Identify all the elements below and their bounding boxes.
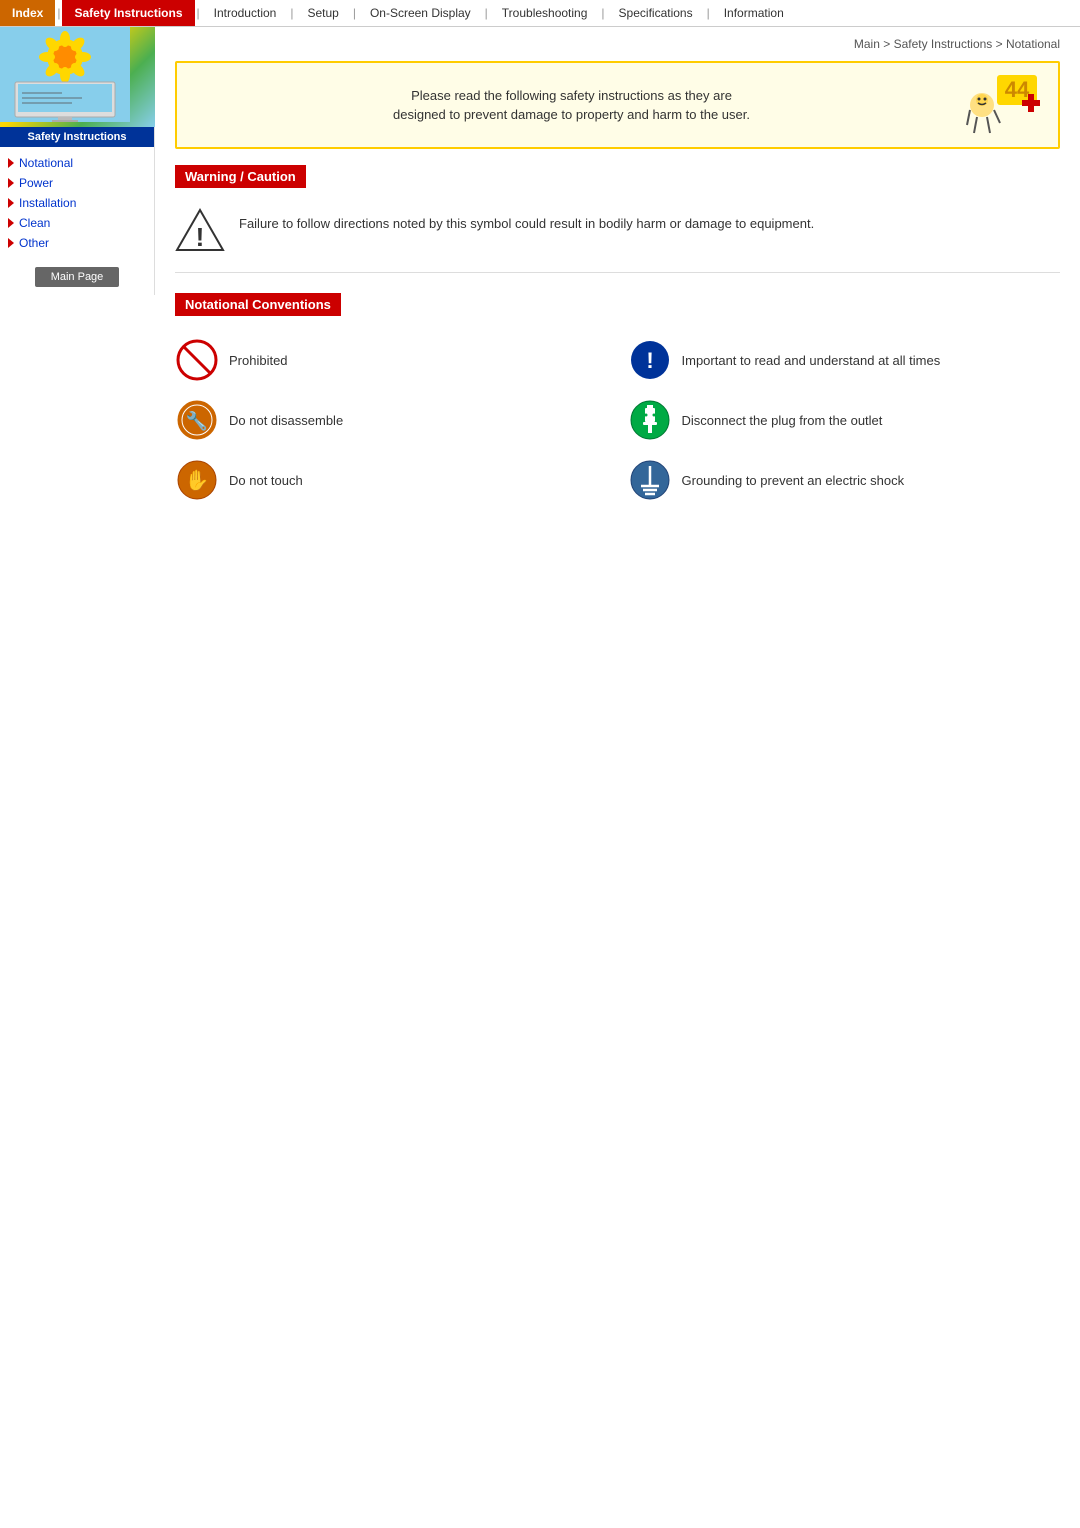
notational-item-grounding: Grounding to prevent an electric shock xyxy=(628,458,1061,502)
sidebar-label: Safety Instructions xyxy=(0,127,154,147)
sidebar-menu: Notational Power Installation Clean Othe… xyxy=(0,147,154,259)
notational-item-prohibited: Prohibited xyxy=(175,338,608,382)
monitor-svg xyxy=(0,27,130,122)
svg-text:!: ! xyxy=(196,222,205,252)
nav-specifications[interactable]: Specifications xyxy=(607,0,705,26)
nav-index[interactable]: Index xyxy=(0,0,55,26)
intro-text: Please read the following safety instruc… xyxy=(193,86,950,125)
breadcrumb: Main > Safety Instructions > Notational xyxy=(175,37,1060,51)
sidebar-item-clean[interactable]: Clean xyxy=(0,213,154,233)
arrow-icon xyxy=(8,218,14,228)
important-label: Important to read and understand at all … xyxy=(682,353,941,368)
arrow-icon xyxy=(8,158,14,168)
main-content: Main > Safety Instructions > Notational … xyxy=(155,27,1080,512)
notational-item-important: ! Important to read and understand at al… xyxy=(628,338,1061,382)
grounding-icon xyxy=(628,458,672,502)
nav-sep-3: | xyxy=(288,0,295,26)
main-page-button[interactable]: Main Page xyxy=(35,267,120,287)
arrow-icon xyxy=(8,238,14,248)
nav-introduction[interactable]: Introduction xyxy=(202,0,289,26)
nav-sep-7: | xyxy=(705,0,712,26)
notational-grid: Prohibited ! Important to read and under… xyxy=(175,338,1060,502)
top-navigation: Index | Safety Instructions | Introducti… xyxy=(0,0,1080,27)
no-touch-label: Do not touch xyxy=(229,473,303,488)
warning-content: ! Failure to follow directions noted by … xyxy=(175,198,1060,273)
sidebar-item-installation[interactable]: Installation xyxy=(0,193,154,213)
sidebar-item-other[interactable]: Other xyxy=(0,233,154,253)
sidebar-image xyxy=(0,27,155,127)
svg-text:✋: ✋ xyxy=(185,468,210,492)
main-layout: Safety Instructions Notational Power Ins… xyxy=(0,27,1080,512)
no-touch-icon: ✋ xyxy=(175,458,219,502)
notational-section: Notational Conventions Prohibited ! xyxy=(175,293,1060,502)
nav-sep-4: | xyxy=(351,0,358,26)
nav-sep-1: | xyxy=(55,0,62,26)
disconnect-label: Disconnect the plug from the outlet xyxy=(682,413,883,428)
nav-sep-5: | xyxy=(483,0,490,26)
notational-header: Notational Conventions xyxy=(175,293,341,316)
nav-osd[interactable]: On-Screen Display xyxy=(358,0,483,26)
nav-setup[interactable]: Setup xyxy=(295,0,350,26)
no-disassemble-icon: 🔧 xyxy=(175,398,219,442)
notational-item-disconnect: Disconnect the plug from the outlet xyxy=(628,398,1061,442)
sidebar: Safety Instructions Notational Power Ins… xyxy=(0,27,155,295)
notational-item-no-disassemble: 🔧 Do not disassemble xyxy=(175,398,608,442)
important-icon: ! xyxy=(628,338,672,382)
prohibited-label: Prohibited xyxy=(229,353,288,368)
svg-text:44: 44 xyxy=(1005,77,1030,102)
nav-troubleshooting[interactable]: Troubleshooting xyxy=(490,0,600,26)
grounding-label: Grounding to prevent an electric shock xyxy=(682,473,905,488)
nav-safety-instructions[interactable]: Safety Instructions xyxy=(62,0,194,26)
arrow-icon xyxy=(8,178,14,188)
sidebar-item-power[interactable]: Power xyxy=(0,173,154,193)
warning-triangle-icon: ! xyxy=(175,206,225,256)
warning-header: Warning / Caution xyxy=(175,165,306,188)
arrow-icon xyxy=(8,198,14,208)
nav-sep-6: | xyxy=(599,0,606,26)
svg-text:🔧: 🔧 xyxy=(186,410,208,431)
nav-information[interactable]: Information xyxy=(712,0,796,26)
svg-text:!: ! xyxy=(646,348,653,373)
nav-sep-2: | xyxy=(195,0,202,26)
prohibited-icon xyxy=(175,338,219,382)
intro-banner: Please read the following safety instruc… xyxy=(175,61,1060,149)
disconnect-icon xyxy=(628,398,672,442)
intro-illustration: 44 xyxy=(962,75,1042,135)
robot-svg: 44 xyxy=(962,75,1042,135)
notational-item-no-touch: ✋ Do not touch xyxy=(175,458,608,502)
sidebar-item-notational[interactable]: Notational xyxy=(0,153,154,173)
warning-section: Warning / Caution ! Failure to follow di… xyxy=(175,165,1060,273)
no-disassemble-label: Do not disassemble xyxy=(229,413,343,428)
warning-text: Failure to follow directions noted by th… xyxy=(239,206,814,234)
